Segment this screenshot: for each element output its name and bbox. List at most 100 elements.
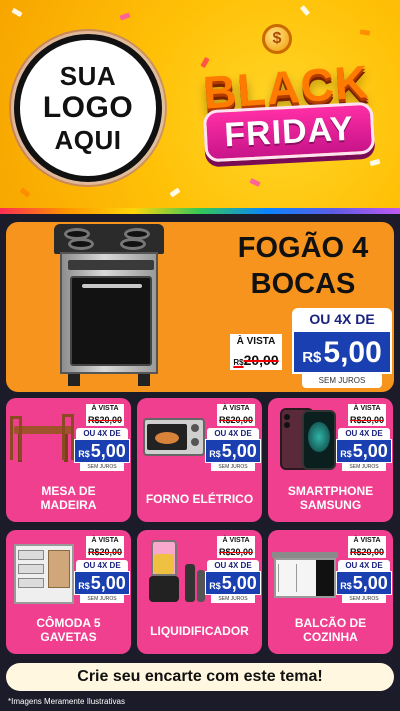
installment-price: R$ 5,00 (205, 571, 261, 595)
interest-note: SEM JUROS (342, 463, 386, 471)
product-name-line: FORNO ELÉTRICO (145, 492, 254, 506)
product-name-line: SMARTPHONE (287, 484, 374, 498)
old-price: R$20,00 (86, 414, 124, 426)
product-name-line: MADEIRA (40, 498, 97, 512)
price-value: 5,00 (323, 336, 382, 369)
avista-label: À VISTA (348, 404, 386, 414)
product-name-line: MESA DE (41, 484, 96, 498)
interest-note: SEM JUROS (302, 374, 382, 388)
smartphone-icon (272, 408, 338, 470)
logo-text-line: LOGO (42, 91, 134, 124)
price-value: 5,00 (221, 573, 257, 593)
logo-text-line: AQUI (54, 125, 122, 155)
installment-price: R$ 5,00 (205, 439, 261, 463)
installment-label: OU 4X DE (292, 308, 392, 330)
old-price: R$20,00 (86, 546, 124, 558)
interest-note: SEM JUROS (211, 463, 255, 471)
product-card[interactable]: À VISTA R$20,00 OU 4X DE R$ 5,00 SEM JUR… (6, 530, 131, 654)
product-card[interactable]: À VISTA R$20,00 OU 4X DE R$ 5,00 SEM JUR… (268, 398, 393, 522)
dining-table-icon (10, 408, 76, 464)
logo-text-line: SUA (59, 61, 117, 91)
confetti (19, 187, 31, 198)
confetti (299, 5, 311, 16)
price-currency: R$ (209, 581, 221, 591)
product-price-tag: À VISTA R$20,00 OU 4X DE R$ 5,00 SEM JUR… (74, 536, 130, 608)
installment-label: OU 4X DE (76, 428, 128, 439)
stove-icon (54, 224, 164, 388)
price-currency: R$ (340, 581, 352, 591)
old-price: R$20,00 (230, 350, 282, 370)
product-card[interactable]: À VISTA R$20,00 OU 4X DE R$ 5,00 SEM JUR… (268, 530, 393, 654)
avista-label: À VISTA (230, 334, 282, 350)
old-price-value: 20,00 (243, 352, 279, 368)
interest-note: SEM JUROS (80, 463, 124, 471)
old-price-currency: R$ (233, 358, 244, 367)
blender-icon (141, 540, 207, 602)
price-value: 5,00 (221, 441, 257, 461)
installment-price: R$ 5,00 (292, 330, 392, 374)
product-price-tag: À VISTA R$20,00 OU 4X DE R$ 5,00 SEM JUR… (205, 404, 261, 476)
confetti (119, 12, 131, 21)
installment-label: OU 4X DE (76, 560, 128, 571)
product-card[interactable]: À VISTA R$20,00 OU 4X DE R$ 5,00 SEM JUR… (137, 530, 262, 654)
installment-label: OU 4X DE (338, 560, 390, 571)
product-price-tag: À VISTA R$20,00 OU 4X DE R$ 5,00 SEM JUR… (74, 404, 130, 476)
old-price: R$20,00 (217, 414, 255, 426)
product-price-tag: À VISTA R$20,00 OU 4X DE R$ 5,00 SEM JUR… (336, 536, 392, 608)
price-currency: R$ (78, 581, 90, 591)
installment-price: R$ 5,00 (336, 439, 392, 463)
price-currency: R$ (302, 349, 322, 366)
kitchen-cabinet-icon (272, 540, 338, 598)
interest-note: SEM JUROS (211, 595, 255, 603)
create-flyer-button[interactable]: Crie seu encarte com este tema! (6, 663, 394, 691)
installment-price: R$ 5,00 (336, 571, 392, 595)
avista-label: À VISTA (86, 404, 124, 414)
product-name: BALCÃO DE COZINHA (270, 616, 391, 644)
product-name-line: BALCÃO DE (294, 616, 367, 630)
product-name: FORNO ELÉTRICO (139, 492, 260, 506)
confetti (11, 7, 23, 18)
old-price: R$20,00 (348, 546, 386, 558)
product-name-line: CÔMODA 5 (36, 616, 101, 630)
electric-oven-icon (141, 408, 207, 464)
hero-title-line: BOCAS (250, 268, 356, 300)
product-name: SMARTPHONE SAMSUNG (270, 484, 391, 512)
product-name: LIQUIDIFICADOR (139, 624, 260, 638)
hero-product-card[interactable]: FOGÃO 4 BOCAS À VISTA R$20,00 OU 4X DE R… (6, 222, 394, 392)
price-currency: R$ (209, 449, 221, 459)
installment-label: OU 4X DE (207, 560, 259, 571)
hero-title-line: FOGÃO 4 (237, 232, 369, 264)
badge-friday-text: FRIDAY (223, 109, 355, 154)
dresser-icon (10, 540, 76, 604)
coin-symbol: $ (272, 30, 282, 47)
installment-label: OU 4X DE (207, 428, 259, 439)
product-name: MESA DE MADEIRA (8, 484, 129, 512)
product-name: CÔMODA 5 GAVETAS (8, 616, 129, 644)
product-name-line: COZINHA (303, 630, 358, 644)
black-friday-badge: $ BLACK FRIDAY (178, 22, 392, 172)
product-card[interactable]: À VISTA R$20,00 OU 4X DE R$ 5,00 SEM JUR… (6, 398, 131, 522)
product-name-line: SAMSUNG (299, 498, 362, 512)
logo-placeholder[interactable]: SUA LOGO AQUI (14, 34, 162, 182)
old-price: R$20,00 (348, 414, 386, 426)
price-value: 5,00 (90, 441, 126, 461)
rainbow-divider (0, 208, 400, 214)
product-price-tag: À VISTA R$20,00 OU 4X DE R$ 5,00 SEM JUR… (205, 536, 261, 608)
confetti (169, 187, 181, 198)
installment-price: R$ 5,00 (74, 571, 130, 595)
hero-title: FOGÃO 4 BOCAS (218, 230, 388, 302)
hero-price-tag: À VISTA R$20,00 OU 4X DE R$ 5,00 SEM JUR… (230, 308, 394, 390)
installment-label: OU 4X DE (338, 428, 390, 439)
avista-label: À VISTA (348, 536, 386, 546)
coin-icon: $ (262, 24, 292, 54)
price-value: 5,00 (90, 573, 126, 593)
price-currency: R$ (78, 449, 90, 459)
old-price: R$20,00 (217, 546, 255, 558)
product-price-tag: À VISTA R$20,00 OU 4X DE R$ 5,00 SEM JUR… (336, 404, 392, 476)
product-name-line: GAVETAS (40, 630, 97, 644)
product-card[interactable]: À VISTA R$20,00 OU 4X DE R$ 5,00 SEM JUR… (137, 398, 262, 522)
avista-label: À VISTA (217, 404, 255, 414)
confetti (249, 178, 261, 187)
badge-friday-plate: FRIDAY (202, 101, 376, 163)
disclaimer: *Imagens Meramente Ilustrativas (8, 697, 125, 706)
